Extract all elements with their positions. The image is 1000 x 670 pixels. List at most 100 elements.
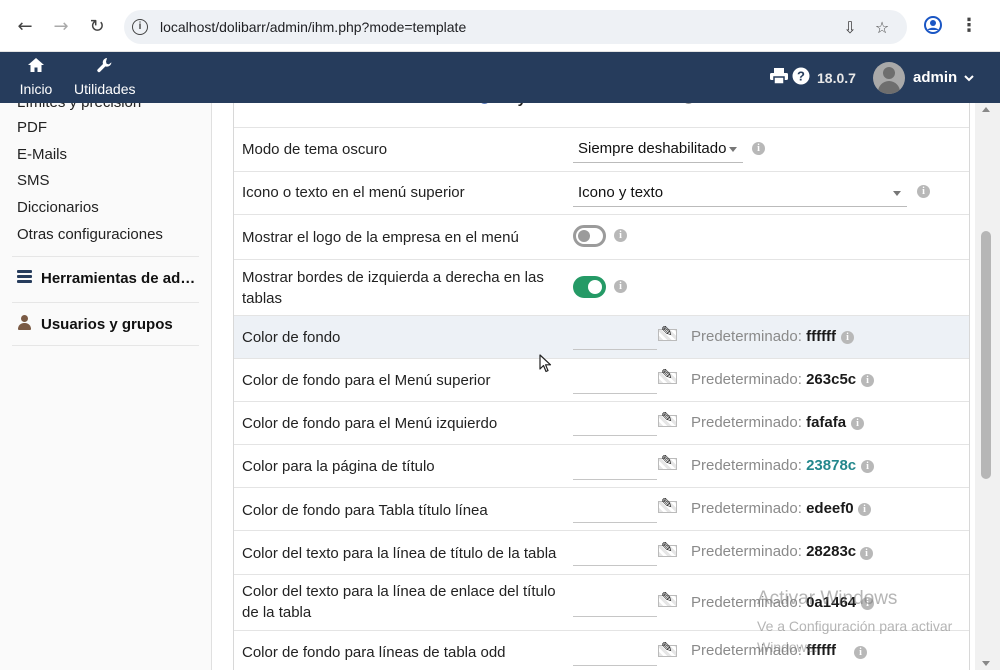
info-icon[interactable]: i [861, 374, 874, 387]
browser-toolbar: ← → ↻ i localhost/dolibarr/admin/ihm.php… [0, 0, 1000, 52]
color-picker-icon[interactable]: ✎ [658, 324, 678, 342]
sidebar-section-admin-tools[interactable]: Herramientas de administración [12, 256, 199, 300]
scroll-thumb[interactable] [981, 231, 991, 479]
print-icon[interactable] [770, 67, 788, 88]
top-menu-select[interactable]: Icono y texto [573, 181, 907, 207]
color-input[interactable] [573, 452, 657, 480]
topmenu-tools-label: Utilidades [74, 81, 136, 97]
default-color-code: 28283c [806, 543, 857, 560]
setting-label: Icono o texto en el menú superior [242, 184, 465, 201]
profile-icon[interactable] [922, 15, 944, 37]
radio-md-label: md [700, 103, 721, 107]
color-picker-icon[interactable]: ✎ [658, 640, 678, 658]
dark-mode-select[interactable]: Siempre deshabilitado [573, 137, 743, 163]
color-picker-icon[interactable]: ✎ [658, 590, 678, 608]
color-input[interactable] [573, 366, 657, 394]
home-icon [18, 58, 54, 76]
color-input[interactable] [573, 538, 657, 566]
info-icon[interactable]: i [752, 142, 765, 155]
url-text[interactable]: localhost/dolibarr/admin/ihm.php?mode=te… [160, 19, 466, 35]
setting-label: Color de fondo para líneas de tabla odd [242, 644, 506, 661]
color-picker-icon[interactable]: ✎ [658, 496, 678, 514]
info-icon[interactable]: i [858, 503, 871, 516]
user-name: admin [913, 69, 958, 86]
color-picker-icon[interactable]: ✎ [658, 367, 678, 385]
sidebar-item-emails[interactable]: E-Mails [17, 146, 67, 163]
sidebar-item-sms[interactable]: SMS [17, 172, 50, 189]
watermark-title: Activar Windows [757, 588, 898, 609]
back-icon[interactable]: ← [13, 14, 37, 38]
info-icon[interactable]: i [851, 417, 864, 430]
info-icon[interactable]: i [917, 185, 930, 198]
radio-eldy-label: eldy [496, 103, 526, 107]
sidebar-item-pdf[interactable]: PDF [17, 119, 47, 136]
app-topbar: Inicio Utilidades ? 18.0.7 admin [0, 52, 1000, 103]
default-prefix: Predeterminado: [691, 457, 802, 474]
version-label: 18.0.7 [817, 69, 856, 86]
sidebar-section-users[interactable]: Usuarios y grupos [12, 302, 199, 346]
sidebar-item-limits[interactable]: Límites y precisión [17, 103, 141, 111]
color-input[interactable] [573, 495, 657, 523]
setting-row-dark-mode: Modo de tema oscuro Siempre deshabilitad… [234, 128, 969, 172]
setting-label: Color de fondo [242, 329, 341, 346]
caret-down-icon [893, 191, 901, 196]
setting-row-top-menu: Icono o texto en el menú superior Icono … [234, 172, 969, 215]
help-icon[interactable]: ? [792, 67, 810, 89]
setting-label: Mostrar el logo de la empresa en el menú [242, 229, 519, 246]
topmenu-tools[interactable]: Utilidades [74, 58, 136, 97]
color-picker-icon[interactable]: ✎ [658, 410, 678, 428]
site-info-icon[interactable]: i [132, 19, 148, 35]
sidebar-section-label: Herramientas de administración [41, 270, 196, 287]
sidebar-item-other-setup[interactable]: Otras configuraciones [17, 226, 163, 243]
windows-activation-watermark: Activar Windows Ve a Configuración para … [757, 588, 977, 658]
install-app-icon[interactable]: ⇩ [840, 18, 860, 38]
setting-row-show-logo: Mostrar el logo de la empresa en el menú… [234, 215, 969, 260]
sidebar-section-label: Usuarios y grupos [41, 315, 173, 333]
info-icon[interactable]: i [614, 229, 627, 242]
color-picker-icon[interactable]: ✎ [658, 453, 678, 471]
topmenu-home[interactable]: Inicio [18, 58, 54, 97]
default-prefix: Predeterminado: [691, 328, 802, 345]
sidebar-item-dictionaries[interactable]: Diccionarios [17, 199, 99, 216]
user-menu[interactable]: admin [873, 52, 974, 103]
color-input[interactable] [573, 408, 657, 436]
address-bar[interactable]: i localhost/dolibarr/admin/ihm.php?mode=… [124, 10, 907, 44]
setting-label: Color de fondo para el Menú superior [242, 372, 491, 389]
chevron-down-icon [964, 69, 974, 86]
avatar [873, 61, 905, 94]
setting-label: Color del texto para la línea de título … [242, 545, 557, 562]
default-color-code: 23878c [806, 457, 857, 474]
scroll-up-icon[interactable] [982, 107, 990, 112]
wrench-icon [74, 58, 134, 76]
info-icon[interactable]: i [861, 460, 874, 473]
show-logo-toggle[interactable] [573, 225, 606, 247]
user-icon [17, 314, 39, 334]
default-value: Predeterminado: 23878c [691, 457, 856, 474]
browser-menu-icon[interactable]: ⋮ [958, 15, 980, 37]
default-value: Predeterminado: 28283c [691, 543, 856, 560]
info-icon[interactable]: i [841, 331, 854, 344]
left-sidebar: Límites y precisión PDF E-Mails SMS Dicc… [0, 103, 212, 670]
radio-md[interactable] [683, 103, 694, 104]
theme-row: eldy md [234, 103, 969, 128]
page-scrollbar[interactable] [975, 103, 1000, 670]
reload-icon[interactable]: ↻ [85, 14, 109, 38]
borders-toggle[interactable] [573, 276, 606, 298]
info-icon[interactable]: i [614, 280, 627, 293]
color-picker-icon[interactable]: ✎ [658, 540, 678, 558]
default-value: Predeterminado: 263c5c [691, 371, 856, 388]
radio-eldy[interactable] [479, 103, 490, 104]
info-icon[interactable]: i [860, 547, 873, 560]
default-color-code: fafafa [806, 414, 847, 431]
color-input[interactable] [573, 638, 657, 666]
top-menu-select-value: Icono y texto [578, 184, 664, 201]
color-input[interactable] [573, 322, 657, 350]
default-value: Predeterminado: ffffff [691, 328, 836, 345]
setting-label: Color del texto para la línea de enlace … [242, 583, 556, 621]
default-value: Predeterminado: fafafa [691, 414, 846, 431]
color-input[interactable] [573, 589, 657, 617]
scroll-down-icon[interactable] [982, 661, 990, 666]
default-value: Predeterminado: edeef0 [691, 500, 854, 517]
forward-icon[interactable]: → [49, 14, 73, 38]
bookmark-star-icon[interactable]: ☆ [872, 18, 892, 38]
